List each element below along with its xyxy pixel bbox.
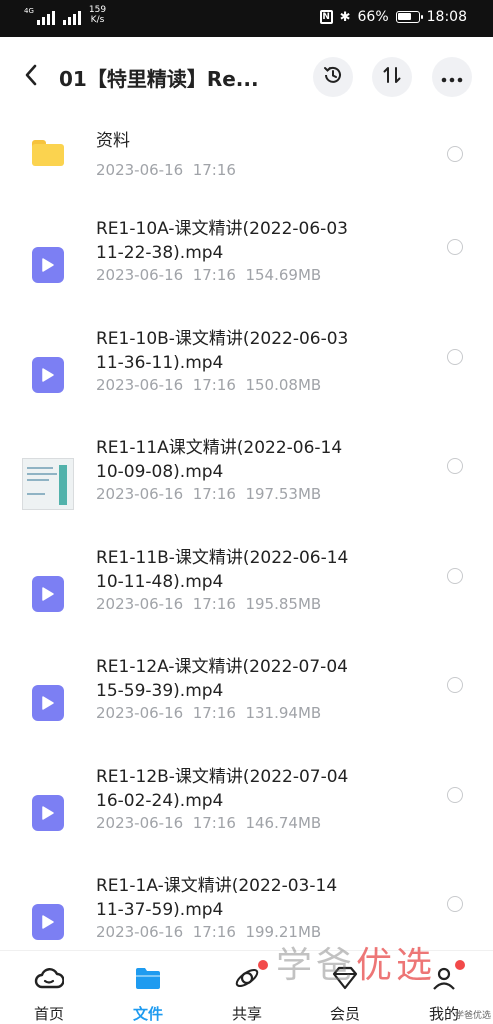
file-meta: 2023-06-16 17:16 195.85MB (96, 594, 322, 613)
file-row[interactable]: RE1-10B-课文精讲(2022-06-03 11-36-11).mp4 202… (0, 315, 493, 425)
more-button[interactable] (432, 57, 472, 97)
video-thumbnail-icon (22, 458, 74, 510)
folder-icon (133, 963, 163, 993)
page-title: 01【特里精读】Re... (59, 67, 259, 91)
file-name: RE1-10B-课文精讲(2022-06-03 11-36-11).mp4 (96, 328, 349, 373)
sort-icon (381, 64, 403, 91)
nav-label: 文件 (132, 1005, 163, 1023)
history-button[interactable] (313, 57, 353, 97)
file-meta: 2023-06-16 17:16 131.94MB (96, 704, 322, 722)
nfc-icon: N (319, 10, 333, 24)
file-meta: 2023-06-16 17:16 (96, 161, 236, 179)
video-file-icon (22, 349, 74, 401)
network-speed: 159 K/s (88, 5, 107, 25)
status-right: N ✱ 66% 18:08 (319, 9, 467, 25)
share-orbit-icon (232, 963, 262, 993)
select-radio[interactable] (447, 896, 463, 912)
video-file-icon (22, 568, 74, 620)
file-meta: 2023-06-16 17:16 150.08MB (96, 375, 322, 394)
select-radio[interactable] (447, 239, 463, 255)
app-header: 01【特里精读】Re... (0, 37, 493, 115)
file-name: RE1-12A-课文精讲(2022-07-04 15-59-39).mp4 (96, 657, 348, 701)
file-row[interactable]: RE1-11A课文精讲(2022-06-14 10-09-08).mp4 2023… (0, 424, 493, 534)
network-type: 4G (24, 7, 34, 15)
file-row[interactable]: RE1-11B-课文精讲(2022-06-14 10-11-48).mp4 202… (0, 534, 493, 644)
video-file-icon (22, 677, 74, 729)
chevron-left-icon[interactable] (24, 64, 42, 86)
folder-icon (22, 127, 74, 179)
status-left: 4G 159 K/s (24, 5, 106, 25)
bluetooth-icon: ✱ (339, 9, 351, 25)
nav-item[interactable]: 共享 (212, 951, 282, 1024)
file-meta: 2023-06-16 17:16 146.74MB (96, 813, 322, 832)
file-name: 资料 (96, 131, 130, 151)
file-meta: 2023-06-16 17:16 197.53MB (96, 485, 322, 503)
select-radio[interactable] (447, 786, 463, 803)
file-name: RE1-12B-课文精讲(2022-07-04 16-02-24).mp4 (96, 766, 349, 811)
notification-dot (455, 960, 465, 970)
select-radio[interactable] (447, 677, 463, 693)
signal-icon-2 (62, 5, 81, 25)
file-name: RE1-11A课文精讲(2022-06-14 10-09-08).mp4 (96, 438, 343, 482)
file-row[interactable]: RE1-12B-课文精讲(2022-07-04 16-02-24).mp4 202… (0, 753, 493, 863)
nav-label: 首页 (33, 1005, 64, 1023)
watermark: 学爸优选 (276, 945, 437, 986)
file-name: RE1-10A-课文精讲(2022-06-03 11-22-38).mp4 (96, 219, 348, 263)
nav-item[interactable]: 文件 (113, 951, 183, 1024)
history-icon (322, 64, 344, 91)
cloud-home-icon (34, 963, 64, 993)
status-bar: 4G 159 K/s N ✱ 66% 18:08 (0, 0, 493, 37)
battery-icon (395, 11, 423, 23)
select-radio[interactable] (447, 567, 463, 584)
file-row[interactable]: RE1-10A-课文精讲(2022-06-03 11-22-38).mp4 202… (0, 205, 493, 315)
file-row[interactable]: 资料 2023-06-16 17:16 (0, 115, 493, 205)
signal-icon: 4G (24, 5, 55, 25)
battery-percent: 66% (357, 9, 389, 25)
watermark-small: 学爸优选 (455, 1011, 492, 1021)
select-radio[interactable] (447, 146, 463, 162)
video-file-icon (22, 787, 74, 839)
file-name: RE1-11B-课文精讲(2022-06-14 10-11-48).mp4 (96, 547, 349, 592)
file-meta: 2023-06-16 17:16 154.69MB (96, 266, 322, 284)
clock: 18:08 (426, 9, 467, 25)
nav-item[interactable]: 首页 (14, 951, 84, 1024)
more-icon (441, 67, 463, 88)
select-radio[interactable] (447, 348, 463, 365)
file-name: RE1-1A-课文精讲(2022-03-14 11-37-59).mp4 (96, 876, 338, 920)
video-file-icon (22, 239, 74, 291)
select-radio[interactable] (447, 458, 463, 474)
nav-label: 会员 (329, 1005, 360, 1023)
file-row[interactable]: RE1-12A-课文精讲(2022-07-04 15-59-39).mp4 202… (0, 643, 493, 753)
sort-button[interactable] (372, 57, 412, 97)
notification-dot (258, 960, 268, 970)
nav-label: 共享 (231, 1005, 262, 1023)
video-file-icon (22, 896, 74, 948)
